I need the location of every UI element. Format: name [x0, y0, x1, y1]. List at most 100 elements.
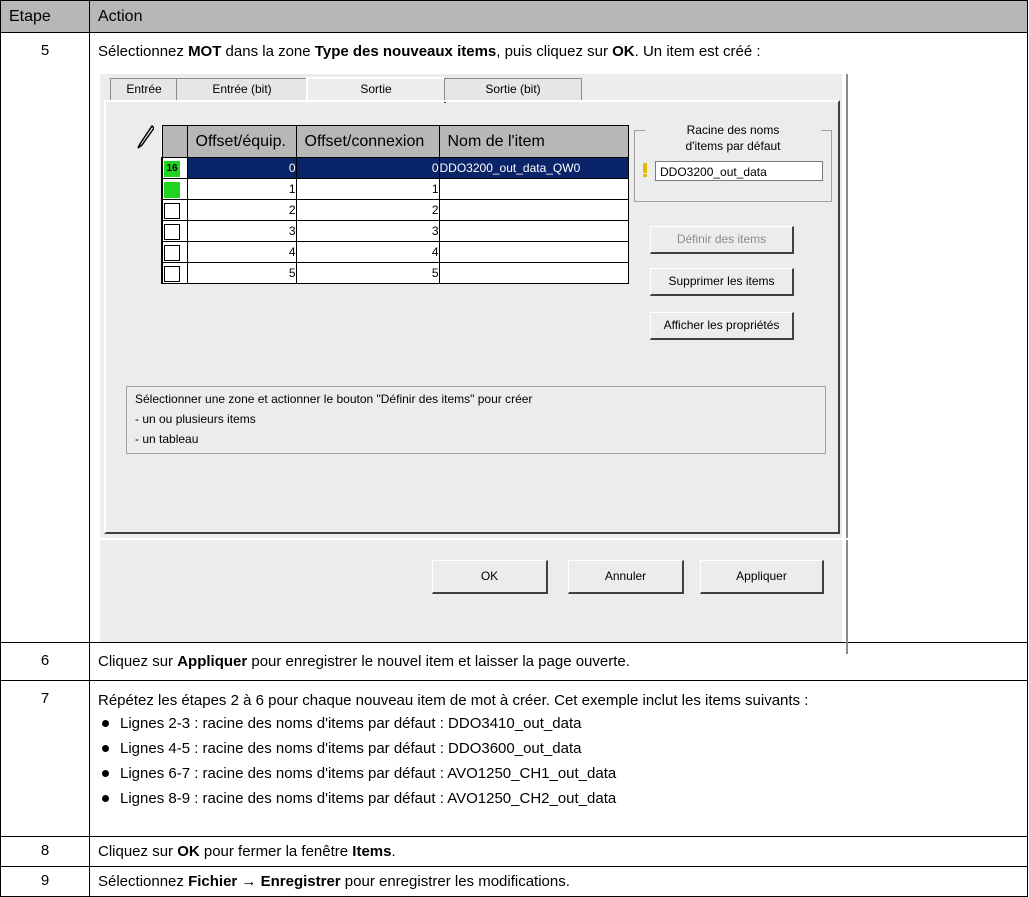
separator	[100, 538, 848, 540]
cell-offset-equip: 2	[186, 199, 297, 221]
bold-text: Appliquer	[177, 653, 248, 670]
row-checkbox[interactable]	[161, 220, 188, 242]
row-checkbox[interactable]	[161, 241, 188, 263]
cell-offset-connexion: 2	[295, 199, 440, 221]
step-5-text: Sélectionnez MOT dans la zone Type des n…	[98, 42, 1019, 62]
bold-text: OK	[612, 43, 635, 60]
table-row[interactable]: 3 3	[161, 220, 629, 242]
step-action: Cliquez sur Appliquer pour enregistrer l…	[89, 642, 1028, 681]
row-checkbox[interactable]	[161, 178, 188, 200]
tab-panel: Offset/équip. Offset/connexion Nom de l'…	[104, 100, 840, 534]
bold-text: OK	[177, 843, 200, 860]
cell-offset-equip: 5	[186, 262, 297, 284]
header-action: Action	[89, 0, 1028, 33]
step-row-7: 7 Répétez les étapes 2 à 6 pour chaque n…	[0, 680, 1028, 837]
root-name-group-title: Racine des noms d'items par défaut	[645, 122, 821, 154]
table-row[interactable]: 2 2	[161, 199, 629, 221]
tab-entree-bit[interactable]: Entrée (bit)	[176, 78, 308, 101]
text: .	[391, 843, 396, 860]
text: Cliquez sur	[98, 843, 178, 860]
step-action: Sélectionnez MOT dans la zone Type des n…	[89, 32, 1028, 654]
dialog-border	[846, 74, 848, 654]
steps-table: Etape Action 5 Sélectionnez MOT dans la …	[0, 0, 1028, 897]
step-number: 6	[0, 642, 90, 681]
warning-icon	[643, 163, 647, 177]
row-check-mark	[164, 265, 180, 282]
items-dialog: Entrée Entrée (bit) Sortie Sortie (bit) …	[100, 74, 848, 654]
cell-offset-connexion: 4	[295, 241, 440, 263]
row-checkbox[interactable]	[161, 199, 188, 221]
info-box: Sélectionner une zone et actionner le bo…	[126, 386, 826, 454]
step-7-intro: Répétez les étapes 2 à 6 pour chaque nou…	[98, 692, 809, 709]
step-row-5: 5 Sélectionnez MOT dans la zone Type des…	[0, 32, 1028, 654]
grid-header-row: Offset/équip. Offset/connexion Nom de l'…	[161, 125, 629, 158]
header-step: Etape	[0, 0, 90, 33]
bold-text: Type des nouveaux items	[314, 43, 497, 60]
delete-items-button[interactable]: Supprimer les items	[650, 268, 794, 296]
text: , puis cliquez sur	[496, 43, 613, 60]
step-row-6: 6 Cliquez sur Appliquer pour enregistrer…	[0, 642, 1028, 681]
arrow-text: →	[237, 873, 261, 890]
row-bit-count: 16	[164, 160, 180, 177]
cell-item-name[interactable]	[438, 199, 629, 221]
items-grid[interactable]: Offset/équip. Offset/connexion Nom de l'…	[161, 125, 629, 284]
step-number: 8	[0, 836, 90, 867]
text: Sélectionnez	[98, 43, 189, 60]
text: pour enregistrer le nouvel item et laiss…	[247, 653, 630, 670]
cell-offset-equip: 3	[186, 220, 297, 242]
cell-offset-equip: 0	[186, 157, 297, 179]
step-action: Sélectionnez Fichier → Enregistrer pour …	[89, 866, 1028, 897]
tab-entree[interactable]: Entrée	[110, 78, 178, 101]
root-name-input[interactable]: DDO3200_out_data	[655, 161, 823, 181]
cell-item-name[interactable]: DDO3200_out_data_QW0	[438, 157, 629, 179]
cell-offset-equip: 1	[186, 178, 297, 200]
grid-header-check	[161, 125, 188, 158]
cell-offset-connexion: 1	[295, 178, 440, 200]
text: pour enregistrer les modifications.	[340, 873, 570, 890]
step-row-8: 8 Cliquez sur OK pour fermer la fenêtre …	[0, 836, 1028, 867]
info-line: - un ou plusieurs items	[135, 412, 256, 426]
cell-offset-connexion: 5	[295, 262, 440, 284]
grid-header-offset-connexion: Offset/connexion	[295, 125, 440, 158]
bold-text: MOT	[188, 43, 222, 60]
row-check-mark	[164, 202, 180, 219]
grid-header-item-name: Nom de l'item	[438, 125, 629, 158]
cell-item-name[interactable]	[438, 262, 629, 284]
table-row[interactable]: 5 5	[161, 262, 629, 284]
list-item: Lignes 4-5 : racine des noms d'items par…	[98, 736, 1019, 761]
step-number: 5	[0, 32, 90, 643]
row-check-mark	[164, 181, 180, 198]
apply-button[interactable]: Appliquer	[700, 560, 824, 594]
define-items-button[interactable]: Définir des items	[650, 226, 794, 254]
list-item: Lignes 8-9 : racine des noms d'items par…	[98, 786, 1019, 811]
step-action: Cliquez sur OK pour fermer la fenêtre It…	[89, 836, 1028, 867]
text: Sélectionnez	[98, 873, 189, 890]
row-checkbox[interactable]	[161, 262, 188, 284]
text: Cliquez sur	[98, 653, 178, 670]
table-row[interactable]: 16 0 0 DDO3200_out_data_QW0	[161, 157, 629, 179]
text: pour fermer la fenêtre	[199, 843, 353, 860]
cell-item-name[interactable]	[438, 220, 629, 242]
cell-offset-connexion: 0	[295, 157, 440, 179]
bold-text: Fichier	[188, 873, 238, 890]
cancel-button[interactable]: Annuler	[568, 560, 684, 594]
row-checkbox[interactable]: 16	[161, 157, 188, 179]
table-row[interactable]: 4 4	[161, 241, 629, 263]
step-action: Répétez les étapes 2 à 6 pour chaque nou…	[89, 680, 1028, 837]
tab-sortie-bit[interactable]: Sortie (bit)	[444, 78, 582, 101]
bold-text: Enregistrer	[260, 873, 341, 890]
info-line: Sélectionner une zone et actionner le bo…	[135, 392, 533, 406]
info-line: - un tableau	[135, 432, 199, 446]
group-title-line: d'items par défaut	[685, 139, 781, 153]
list-item: Lignes 2-3 : racine des noms d'items par…	[98, 711, 1019, 736]
cell-offset-connexion: 3	[295, 220, 440, 242]
row-check-mark	[164, 244, 180, 261]
ok-button[interactable]: OK	[432, 560, 548, 594]
show-properties-button[interactable]: Afficher les propriétés	[650, 312, 794, 340]
cell-item-name[interactable]	[438, 241, 629, 263]
cell-item-name[interactable]	[438, 178, 629, 200]
text: dans la zone	[221, 43, 315, 60]
step-number: 9	[0, 866, 90, 897]
grid-header-offset-equip: Offset/équip.	[186, 125, 297, 158]
table-row[interactable]: 1 1	[161, 178, 629, 200]
